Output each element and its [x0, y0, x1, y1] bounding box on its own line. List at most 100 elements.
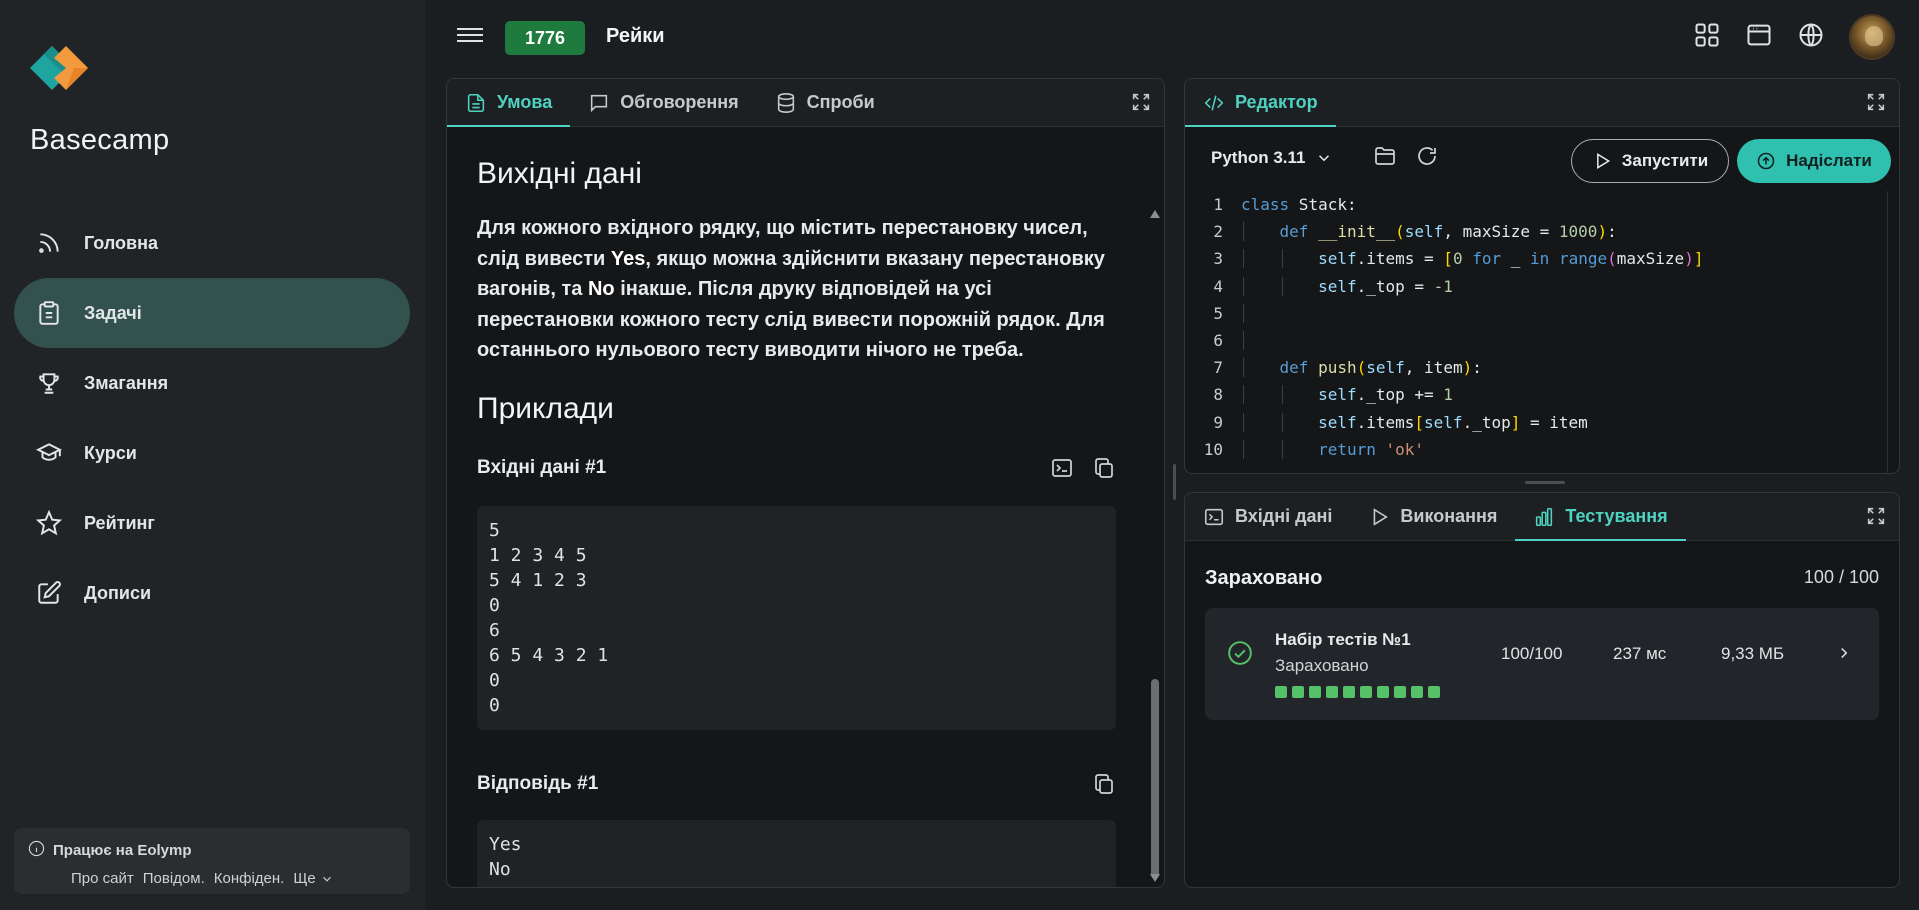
- upload-circle-icon: [1757, 152, 1775, 170]
- menu-icon[interactable]: [457, 24, 483, 48]
- basecamp-logo-icon[interactable]: [30, 38, 110, 98]
- sample-answer: Yes No: [477, 819, 1116, 887]
- tab-discussion[interactable]: Обговорення: [570, 79, 756, 126]
- copy-icon[interactable]: [1092, 772, 1116, 796]
- avatar[interactable]: [1849, 14, 1895, 60]
- rss-icon: [36, 230, 62, 256]
- test-progress: [1275, 686, 1440, 698]
- editor-tabs: Редактор: [1185, 79, 1899, 127]
- reset-icon[interactable]: [1415, 144, 1439, 173]
- folder-icon[interactable]: [1373, 144, 1397, 173]
- top-actions: [1693, 14, 1895, 60]
- expand-icon[interactable]: [1865, 505, 1887, 527]
- scroll-down-icon[interactable]: [1149, 873, 1161, 883]
- tab-execution[interactable]: Виконання: [1350, 493, 1515, 540]
- code-line: 3 self.items = [0 for _ in range(maxSize…: [1213, 249, 1704, 269]
- editor-scrollbar[interactable]: [1887, 191, 1897, 473]
- statement-scrollbar[interactable]: [1149, 139, 1161, 883]
- copy-icon[interactable]: [1092, 456, 1116, 480]
- tab-label: Обговорення: [620, 92, 739, 112]
- tab-input[interactable]: Вхідні дані: [1185, 493, 1350, 540]
- horizontal-splitter[interactable]: [1525, 481, 1565, 484]
- test-passed-marker: [1343, 686, 1355, 698]
- sidebar: Basecamp Головна Задачі Змагання Курси Р…: [0, 0, 425, 910]
- footer-link-more[interactable]: Ще: [293, 870, 333, 887]
- result-status: Зараховано: [1205, 567, 1323, 589]
- test-set-row[interactable]: Набір тестів №1 Зараховано 100/100 237 м…: [1205, 608, 1879, 720]
- scroll-thumb[interactable]: [1151, 679, 1159, 879]
- footer-link-report[interactable]: Повідом.: [143, 870, 205, 887]
- output-heading: Вихідні дані: [477, 157, 642, 190]
- nav-item-contests[interactable]: Змагання: [14, 348, 410, 418]
- code-editor[interactable]: 1 class Stack: 2 def __init__(self, maxSi…: [1185, 191, 1883, 473]
- nav-label: Змагання: [84, 372, 169, 393]
- tab-testing[interactable]: Тестування: [1515, 493, 1686, 541]
- main-nav: Головна Задачі Змагання Курси Рейтинг До…: [14, 208, 410, 628]
- bar-chart-icon: [1536, 507, 1553, 526]
- nav-item-home[interactable]: Головна: [14, 208, 410, 278]
- brand-name[interactable]: Basecamp: [30, 124, 169, 157]
- language-select[interactable]: Python 3.11: [1211, 148, 1333, 168]
- powered-by-box: Працює на Eolymp Про сайт Повідом. Конфі…: [14, 828, 410, 894]
- code-line: 7 def push(self, item):: [1213, 358, 1482, 378]
- problem-tabs: Умова Обговорення Спроби: [447, 79, 1164, 127]
- examples-heading: Приклади: [477, 391, 614, 425]
- chevron-right-icon[interactable]: [1835, 644, 1853, 662]
- submit-label: Надіслати: [1786, 151, 1872, 170]
- grid-icon[interactable]: [1693, 21, 1721, 54]
- run-button[interactable]: Запустити: [1571, 139, 1729, 183]
- sample-answer-header: Відповідь #1: [477, 772, 1116, 796]
- nav-item-posts[interactable]: Дописи: [14, 558, 410, 628]
- output-description: Для кожного вхідного рядку, що містить п…: [477, 217, 1105, 361]
- code-line: 10 return 'ok': [1203, 439, 1425, 459]
- expand-icon[interactable]: [1865, 91, 1887, 113]
- code-line: 2 def __init__(self, maxSize = 1000):: [1213, 222, 1617, 242]
- powered-by-label: Працює на Eolymp: [53, 842, 192, 859]
- code-line: 4 self._top = -1: [1213, 276, 1453, 296]
- nav-label: Курси: [84, 442, 137, 463]
- top-bar: 1776 Рейки: [425, 0, 1919, 76]
- tab-submissions[interactable]: Спроби: [757, 79, 893, 126]
- footer-links: Про сайт Повідом. Конфіден. Ще: [71, 870, 396, 887]
- editor-panel: Редактор Python 3.11 Запустити Надіслати…: [1184, 78, 1900, 474]
- play-icon: [1596, 152, 1610, 170]
- result-panel: Вхідні дані Виконання Тестування Зарахов…: [1184, 492, 1900, 888]
- file-icon: [467, 93, 485, 112]
- vertical-splitter[interactable]: [1173, 464, 1176, 500]
- expand-icon[interactable]: [1130, 91, 1152, 113]
- terminal-icon[interactable]: [1050, 456, 1074, 480]
- nav-label: Рейтинг: [84, 512, 155, 533]
- problem-title: Рейки: [606, 25, 665, 47]
- check-circle-icon: [1227, 640, 1253, 666]
- sample-input: 5 1 2 3 4 5 5 4 1 2 3 0 6 6 5 4 3 2 1 0 …: [477, 505, 1116, 730]
- footer-link-privacy[interactable]: Конфіден.: [214, 870, 285, 887]
- footer-link-about[interactable]: Про сайт: [71, 870, 134, 887]
- chevron-down-icon: [322, 876, 331, 882]
- sample-input-header: Вхідні дані #1: [477, 456, 1116, 480]
- chevron-down-icon: [1319, 155, 1330, 162]
- graduation-cap-icon: [36, 440, 62, 466]
- submit-button[interactable]: Надіслати: [1737, 139, 1891, 183]
- statement-content: Вихідні дані Для кожного вхідного рядку,…: [447, 127, 1144, 887]
- tab-label: Спроби: [806, 92, 875, 112]
- window-icon[interactable]: [1745, 21, 1773, 54]
- test-passed-marker: [1275, 686, 1287, 698]
- code-line: 6: [1185, 327, 1883, 354]
- test-passed-marker: [1428, 686, 1440, 698]
- nav-item-problems[interactable]: Задачі: [14, 278, 410, 348]
- test-set-title: Набір тестів №1: [1275, 630, 1411, 649]
- test-passed-marker: [1292, 686, 1304, 698]
- chat-icon: [591, 94, 608, 112]
- editor-toolbar: Python 3.11 Запустити Надіслати: [1185, 127, 1899, 189]
- tab-statement[interactable]: Умова: [447, 79, 571, 127]
- footer-link-more-label: Ще: [293, 870, 316, 887]
- globe-icon[interactable]: [1797, 21, 1825, 54]
- sample-answer-label: Відповідь #1: [477, 772, 599, 794]
- tab-editor[interactable]: Редактор: [1185, 79, 1336, 127]
- nav-item-rating[interactable]: Рейтинг: [14, 488, 410, 558]
- language-value: Python 3.11: [1211, 148, 1306, 167]
- nav-label: Задачі: [84, 302, 142, 323]
- scroll-up-icon[interactable]: [1149, 209, 1161, 219]
- nav-item-courses[interactable]: Курси: [14, 418, 410, 488]
- powered-by: Працює на Eolymp: [28, 840, 396, 861]
